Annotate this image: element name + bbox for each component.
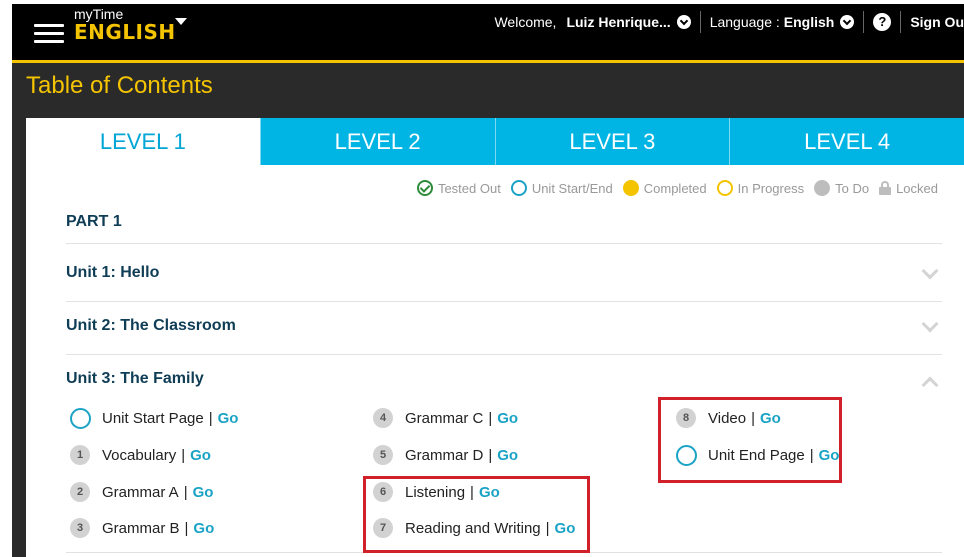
language-label: Language : (709, 14, 780, 30)
chevron-down-icon[interactable] (921, 262, 939, 280)
unit-start-ring-icon (510, 180, 527, 196)
page-title: Table of Contents (26, 72, 213, 99)
lesson-number-badge: 2 (70, 482, 90, 502)
go-link[interactable]: Go (497, 447, 518, 464)
divider (66, 243, 942, 244)
welcome-label: Welcome, (494, 14, 557, 30)
go-link[interactable]: Go (497, 410, 518, 427)
go-link[interactable]: Go (218, 410, 239, 427)
go-link[interactable]: Go (193, 520, 214, 537)
top-bar: myTime ENGLISH Welcome, Luiz Henrique...… (12, 4, 964, 60)
legend-locked: Locked (879, 181, 938, 196)
chevron-up-icon[interactable] (921, 376, 939, 394)
lesson-unit-start: Unit Start Page | Go (70, 408, 238, 429)
logo-top-text: myTime (74, 6, 124, 22)
unit-row-1[interactable]: Unit 1: Hello (66, 250, 942, 302)
legend-label: Unit Start/End (531, 180, 613, 196)
unit-title: Unit 3: The Family (66, 370, 204, 387)
separator: | (181, 446, 186, 464)
tested-out-check-icon (416, 180, 433, 196)
go-link[interactable]: Go (193, 484, 214, 501)
part-title: PART 1 (66, 213, 122, 230)
lesson-grammar-c: 4 Grammar C | Go (373, 408, 518, 428)
legend-label: To Do (835, 180, 870, 196)
lesson-label: Vocabulary (102, 446, 177, 464)
divider (66, 354, 942, 355)
legend-tested-out: Tested Out (416, 180, 501, 196)
level-tabs: LEVEL 1 LEVEL 2 LEVEL 3 LEVEL 4 (26, 118, 964, 165)
logo[interactable]: myTime ENGLISH (74, 7, 176, 42)
unit-title: Unit 2: The Classroom (66, 317, 236, 334)
tab-level-4[interactable]: LEVEL 4 (729, 118, 964, 165)
separator: | (488, 446, 493, 464)
caret-down-icon[interactable] (175, 18, 187, 25)
legend-unit-start-end: Unit Start/End (510, 180, 613, 196)
separator: | (488, 409, 493, 427)
legend-label: In Progress (737, 180, 805, 196)
lesson-number-badge: 3 (70, 518, 90, 538)
unit-row-2[interactable]: Unit 2: The Classroom (66, 303, 942, 355)
legend-to-do: To Do (814, 180, 869, 196)
lesson-label: Grammar A (102, 483, 179, 501)
sign-out-link[interactable]: Sign Ou (910, 14, 964, 30)
lesson-grammar-d: 5 Grammar D | Go (373, 445, 518, 465)
status-legend: Tested Out Unit Start/End Completed In P… (416, 180, 938, 196)
top-right-nav: Welcome, Luiz Henrique... Language : Eng… (494, 4, 964, 40)
lesson-number-badge: 1 (70, 445, 90, 465)
legend-completed: Completed (622, 180, 707, 196)
highlight-box (658, 397, 842, 483)
in-progress-ring-icon (716, 180, 733, 196)
language-chevron-down-icon[interactable] (840, 15, 855, 29)
help-icon[interactable]: ? (873, 13, 892, 31)
lesson-label: Grammar B (102, 519, 180, 537)
lock-icon (879, 181, 892, 195)
lesson-number-badge: 4 (373, 408, 393, 428)
to-do-dot-icon (814, 180, 831, 196)
user-name[interactable]: Luiz Henrique... (566, 14, 670, 30)
tab-level-3[interactable]: LEVEL 3 (494, 118, 730, 165)
divider (863, 11, 865, 33)
lesson-grammar-a: 2 Grammar A | Go (70, 482, 213, 502)
legend-label: Locked (896, 180, 938, 196)
lesson-label: Unit Start Page (102, 410, 204, 427)
title-bar: Table of Contents (12, 63, 964, 109)
separator: | (184, 519, 189, 537)
divider (699, 11, 701, 33)
hamburger-menu-icon[interactable] (34, 24, 64, 46)
logo-bottom-text: ENGLISH (74, 20, 176, 44)
lesson-label: Grammar D (405, 446, 484, 464)
tab-level-2[interactable]: LEVEL 2 (259, 118, 495, 165)
user-chevron-down-icon[interactable] (676, 15, 691, 29)
unit-start-ring-icon (70, 408, 91, 429)
toc-panel: LEVEL 1 LEVEL 2 LEVEL 3 LEVEL 4 Tested O… (26, 118, 964, 557)
legend-label: Completed (643, 180, 707, 196)
highlight-box (363, 476, 590, 553)
lesson-grammar-b: 3 Grammar B | Go (70, 518, 214, 538)
tab-level-1[interactable]: LEVEL 1 (26, 118, 260, 165)
app-root: myTime ENGLISH Welcome, Luiz Henrique...… (0, 0, 964, 557)
separator: | (183, 483, 188, 501)
lesson-number-badge: 5 (373, 445, 393, 465)
divider (900, 11, 902, 33)
lesson-vocabulary: 1 Vocabulary | Go (70, 445, 211, 465)
separator: | (208, 410, 213, 427)
lesson-label: Grammar C (405, 409, 484, 427)
chevron-down-icon[interactable] (921, 315, 939, 333)
divider (66, 301, 942, 302)
completed-dot-icon (622, 180, 639, 196)
legend-label: Tested Out (437, 180, 501, 196)
legend-in-progress: In Progress (716, 180, 805, 196)
unit-title: Unit 1: Hello (66, 264, 160, 281)
language-value[interactable]: English (784, 14, 835, 30)
go-link[interactable]: Go (190, 447, 211, 464)
